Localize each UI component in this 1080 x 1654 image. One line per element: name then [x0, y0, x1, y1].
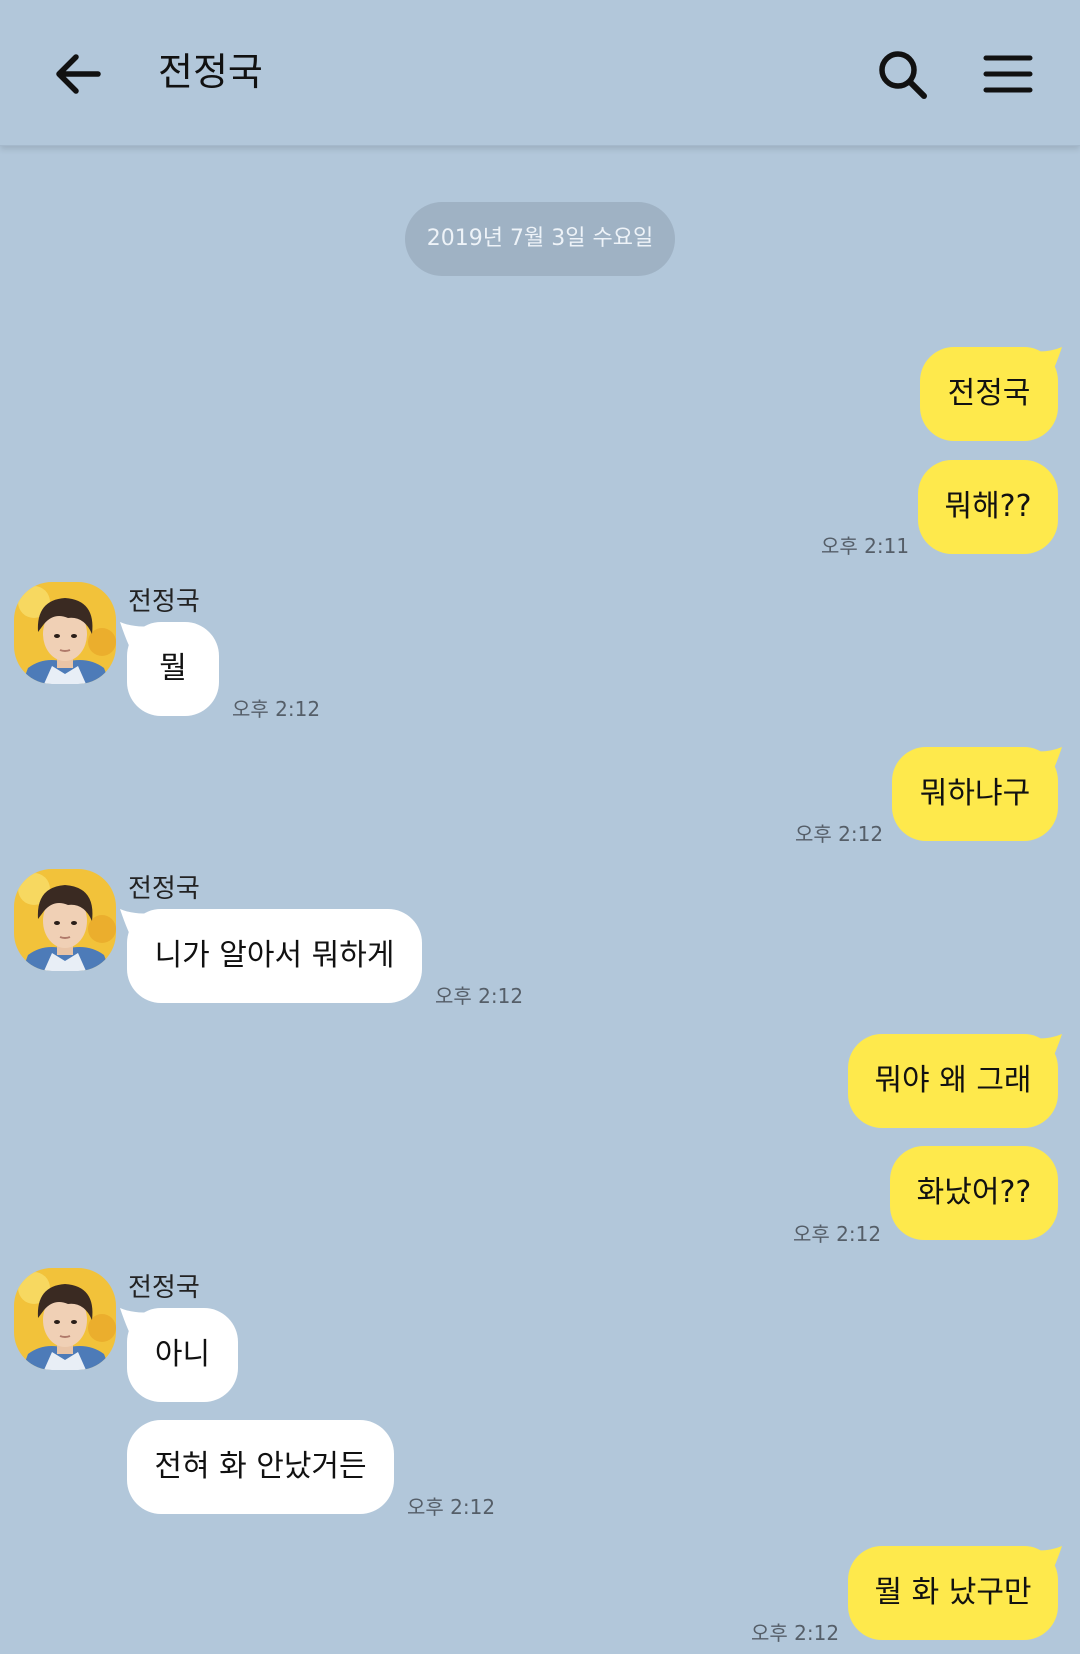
menu-button[interactable]	[978, 44, 1038, 104]
avatar-image	[14, 582, 116, 684]
avatar[interactable]	[14, 869, 116, 971]
message-text: 화났어??	[916, 1175, 1032, 1210]
message-text: 뭐해??	[944, 489, 1032, 524]
bubble-tail	[1030, 1034, 1062, 1064]
message-time: 오후 2:12	[435, 984, 524, 1008]
message-time: 오후 2:12	[795, 822, 884, 846]
message-text: 아니	[154, 1337, 211, 1372]
message-text: 전혀 화 안났거든	[154, 1449, 367, 1484]
avatar[interactable]	[14, 582, 116, 684]
bubble-tail	[1030, 747, 1062, 777]
bubble-tail	[1030, 347, 1062, 377]
hamburger-menu-icon	[983, 55, 1033, 93]
my-message-bubble[interactable]: 화났어??	[890, 1146, 1058, 1240]
sender-name: 전정국	[128, 1273, 200, 1303]
their-message-bubble[interactable]: 전혀 화 안났거든	[127, 1420, 394, 1514]
back-button[interactable]	[48, 44, 108, 104]
sender-name: 전정국	[128, 587, 200, 617]
message-text: 뭐야 왜 그래	[874, 1063, 1032, 1098]
message-time: 오후 2:12	[232, 697, 321, 721]
my-message-bubble[interactable]: 뭐해??	[918, 460, 1058, 554]
avatar-image	[14, 869, 116, 971]
message-text: 니가 알아서 뭐하게	[154, 938, 395, 973]
my-message-bubble[interactable]: 뭐야 왜 그래	[848, 1034, 1058, 1128]
message-time: 오후 2:12	[751, 1621, 840, 1645]
message-text: 뭘 화 났구만	[874, 1575, 1032, 1610]
message-time: 오후 2:11	[821, 534, 910, 558]
search-button[interactable]	[872, 44, 932, 104]
message-text: 뭘	[159, 651, 187, 686]
bubble-tail	[1030, 1546, 1062, 1576]
arrow-left-icon	[56, 54, 101, 94]
their-message-bubble[interactable]: 니가 알아서 뭐하게	[127, 909, 422, 1003]
chat-header: 전정국	[0, 0, 1080, 146]
my-message-bubble[interactable]: 뭘 화 났구만	[848, 1546, 1058, 1640]
date-divider: 2019년 7월 3일 수요일	[405, 202, 675, 276]
their-message-bubble[interactable]: 아니	[127, 1308, 238, 1402]
their-message-bubble[interactable]: 뭘	[127, 622, 219, 716]
sender-name: 전정국	[128, 874, 200, 904]
avatar[interactable]	[14, 1268, 116, 1370]
message-text: 뭐하냐구	[919, 776, 1031, 811]
message-time: 오후 2:12	[407, 1495, 496, 1519]
avatar-image	[14, 1268, 116, 1370]
message-time: 오후 2:12	[793, 1222, 882, 1246]
message-text: 전정국	[947, 376, 1031, 411]
search-icon	[879, 51, 927, 99]
chat-title: 전정국	[158, 50, 263, 94]
